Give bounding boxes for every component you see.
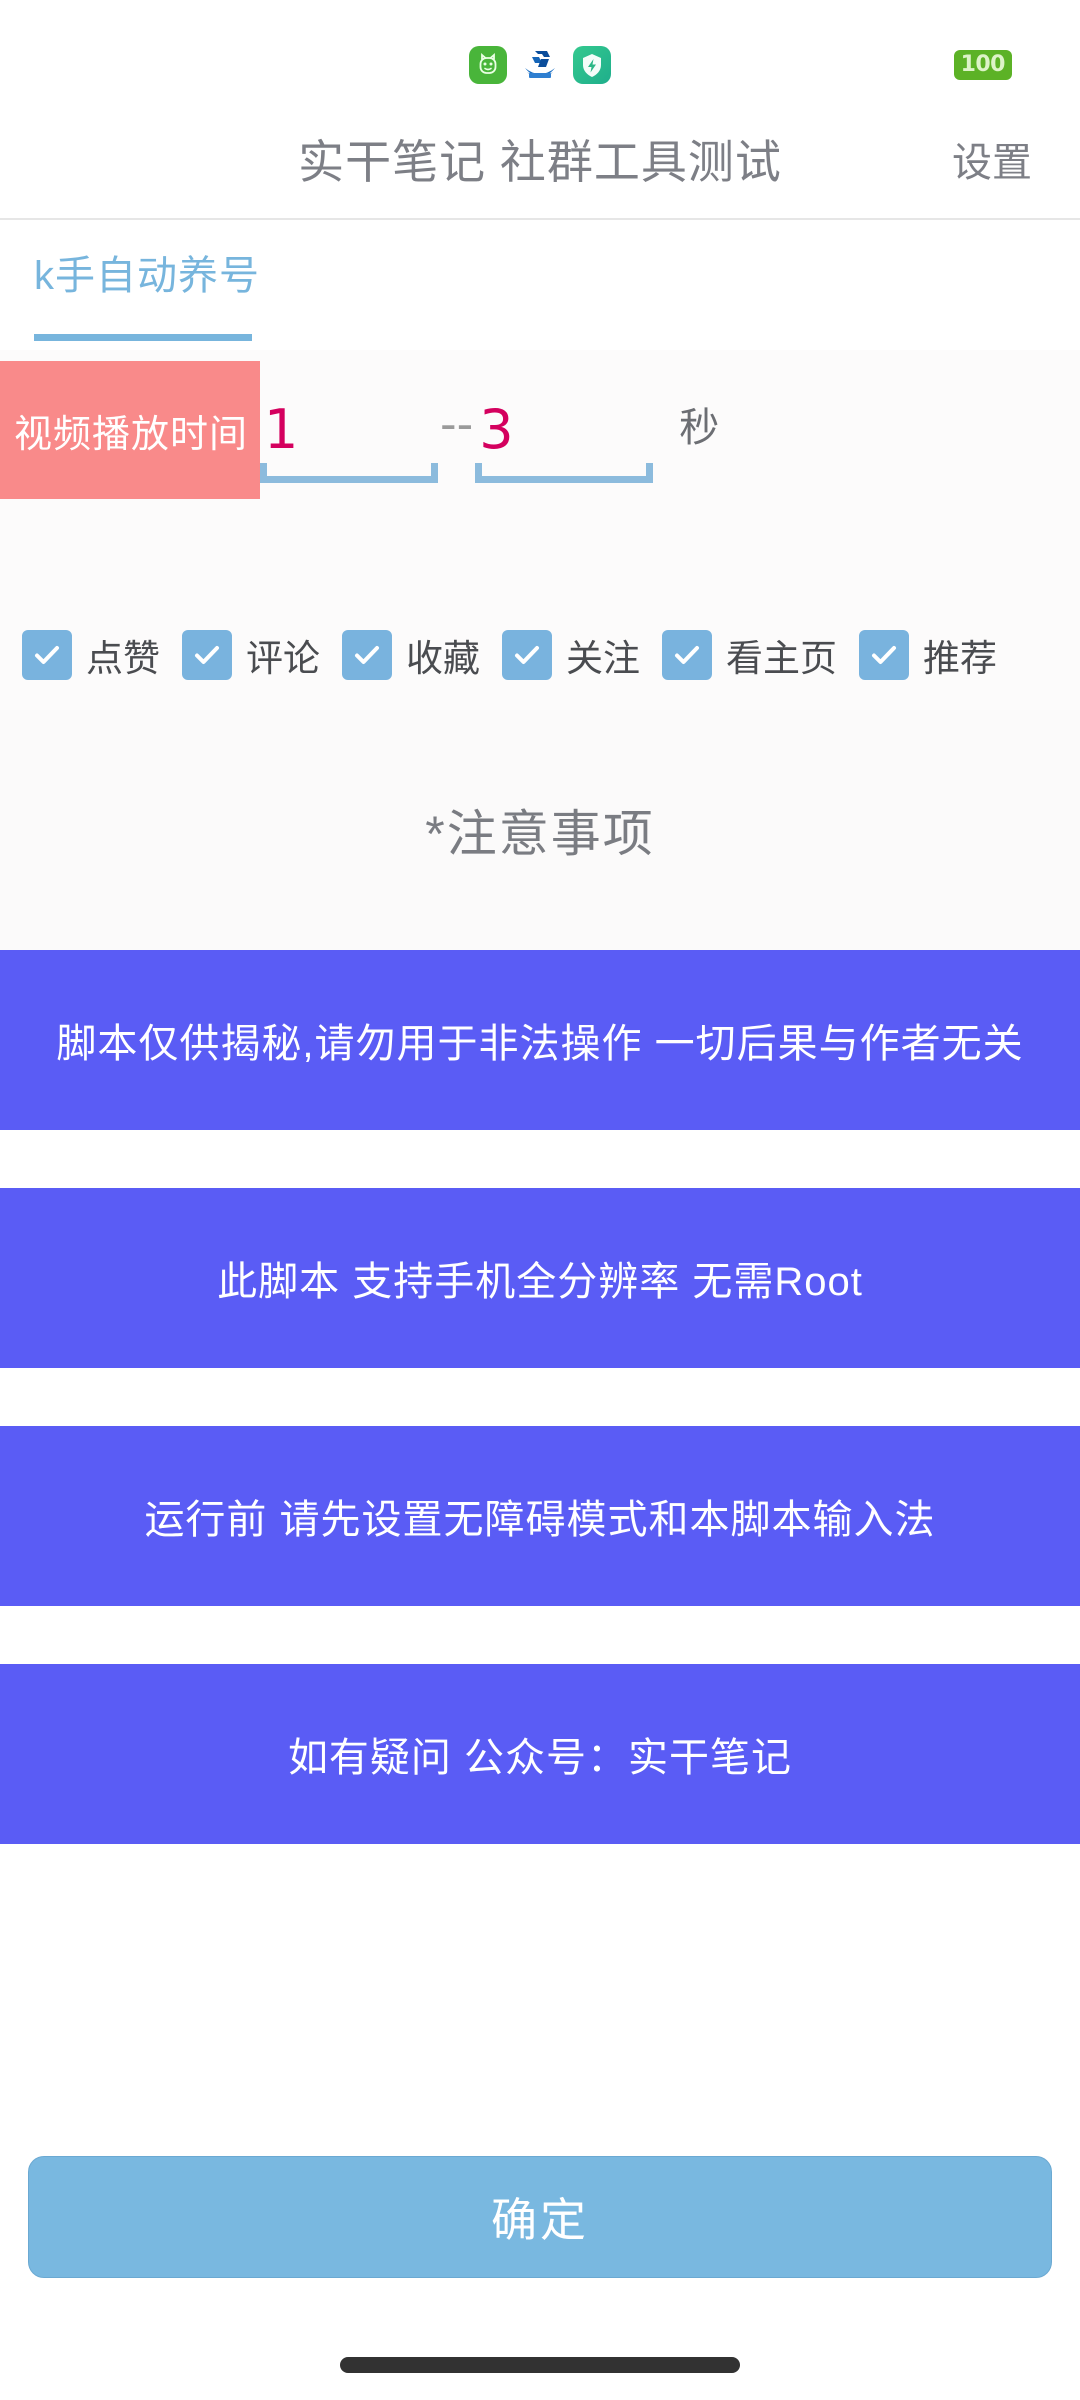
home-gesture-bar[interactable] bbox=[340, 2357, 740, 2373]
checkbox-item-follow[interactable]: 关注 bbox=[502, 628, 640, 682]
video-play-time-row: 视频播放时间 1 -- 3 秒 bbox=[0, 350, 719, 510]
checkbox-item-comment[interactable]: 评论 bbox=[182, 628, 320, 682]
notice-banner[interactable]: 此脚本 支持手机全分辨率 无需Root bbox=[0, 1188, 1080, 1368]
checkmark-icon[interactable] bbox=[182, 630, 232, 680]
banner-gap bbox=[0, 1368, 1080, 1426]
video-play-time-max-value: 3 bbox=[479, 398, 514, 461]
notes-section: *注意事项 bbox=[0, 710, 1080, 950]
tab-k-auto-nurture[interactable]: k手自动养号 bbox=[34, 256, 260, 341]
input-underline bbox=[475, 463, 654, 483]
checkmark-icon[interactable] bbox=[859, 630, 909, 680]
tab-label: k手自动养号 bbox=[34, 254, 260, 298]
battery-indicator: 100 bbox=[953, 50, 1012, 80]
checkbox-label: 关注 bbox=[566, 638, 640, 679]
status-bar: 100 bbox=[0, 0, 1080, 100]
video-play-time-label: 视频播放时间 bbox=[0, 361, 261, 499]
checkbox-label: 点赞 bbox=[86, 638, 160, 679]
notice-banner[interactable]: 如有疑问 公众号：实干笔记 bbox=[0, 1664, 1080, 1844]
checkbox-item-view-homepage[interactable]: 看主页 bbox=[662, 628, 837, 682]
app-screen: 100 实干笔记 社群工具测试 设置 k手自动养号 视频播放时间 1 -- 3 … bbox=[0, 0, 1080, 2400]
ccb-bank-app-icon bbox=[521, 46, 559, 84]
notice-banner[interactable]: 运行前 请先设置无障碍模式和本脚本输入法 bbox=[0, 1426, 1080, 1606]
checkbox-label: 收藏 bbox=[406, 638, 480, 679]
video-play-time-unit: 秒 bbox=[679, 406, 720, 450]
checkbox-item-recommend[interactable]: 推荐 bbox=[859, 628, 997, 682]
settings-card: 视频播放时间 1 -- 3 秒 bbox=[0, 350, 1080, 600]
range-separator: -- bbox=[440, 397, 474, 451]
title-bar: 实干笔记 社群工具测试 设置 bbox=[0, 100, 1080, 220]
tab-active-indicator bbox=[34, 334, 252, 341]
checkmark-icon[interactable] bbox=[342, 630, 392, 680]
checkbox-label: 评论 bbox=[246, 638, 320, 679]
video-play-time-min-value: 1 bbox=[264, 398, 299, 461]
checkbox-label: 看主页 bbox=[726, 638, 837, 679]
footer-actions: 确定 bbox=[0, 2156, 1080, 2278]
confirm-button[interactable]: 确定 bbox=[28, 2156, 1052, 2278]
video-play-time-min-input[interactable]: 1 bbox=[260, 361, 439, 499]
action-checkbox-row: 点赞 评论 收藏 关注 看主页 推荐 bbox=[0, 600, 1080, 710]
banner-gap bbox=[0, 1606, 1080, 1664]
input-underline bbox=[260, 463, 439, 483]
content-spacer bbox=[0, 1844, 1080, 2156]
settings-button[interactable]: 设置 bbox=[952, 130, 1032, 188]
shield-bolt-app-icon bbox=[573, 46, 611, 84]
cat-face-app-icon bbox=[469, 46, 507, 84]
checkbox-item-like[interactable]: 点赞 bbox=[22, 628, 160, 682]
video-play-time-max-input[interactable]: 3 bbox=[475, 361, 654, 499]
status-bar-app-icons bbox=[469, 46, 611, 84]
notes-heading: *注意事项 bbox=[425, 806, 655, 862]
checkmark-icon[interactable] bbox=[662, 630, 712, 680]
checkbox-item-favorite[interactable]: 收藏 bbox=[342, 628, 480, 682]
tab-strip: k手自动养号 bbox=[0, 220, 1080, 350]
banner-gap bbox=[0, 1130, 1080, 1188]
checkmark-icon[interactable] bbox=[502, 630, 552, 680]
page-title: 实干笔记 社群工具测试 bbox=[298, 136, 782, 188]
checkbox-label: 推荐 bbox=[923, 638, 997, 679]
navigation-gesture-area bbox=[0, 2330, 1080, 2400]
notice-banner[interactable]: 脚本仅供揭秘,请勿用于非法操作 一切后果与作者无关 bbox=[0, 950, 1080, 1130]
checkmark-icon[interactable] bbox=[22, 630, 72, 680]
notice-banner-list: 脚本仅供揭秘,请勿用于非法操作 一切后果与作者无关 此脚本 支持手机全分辨率 无… bbox=[0, 950, 1080, 1844]
